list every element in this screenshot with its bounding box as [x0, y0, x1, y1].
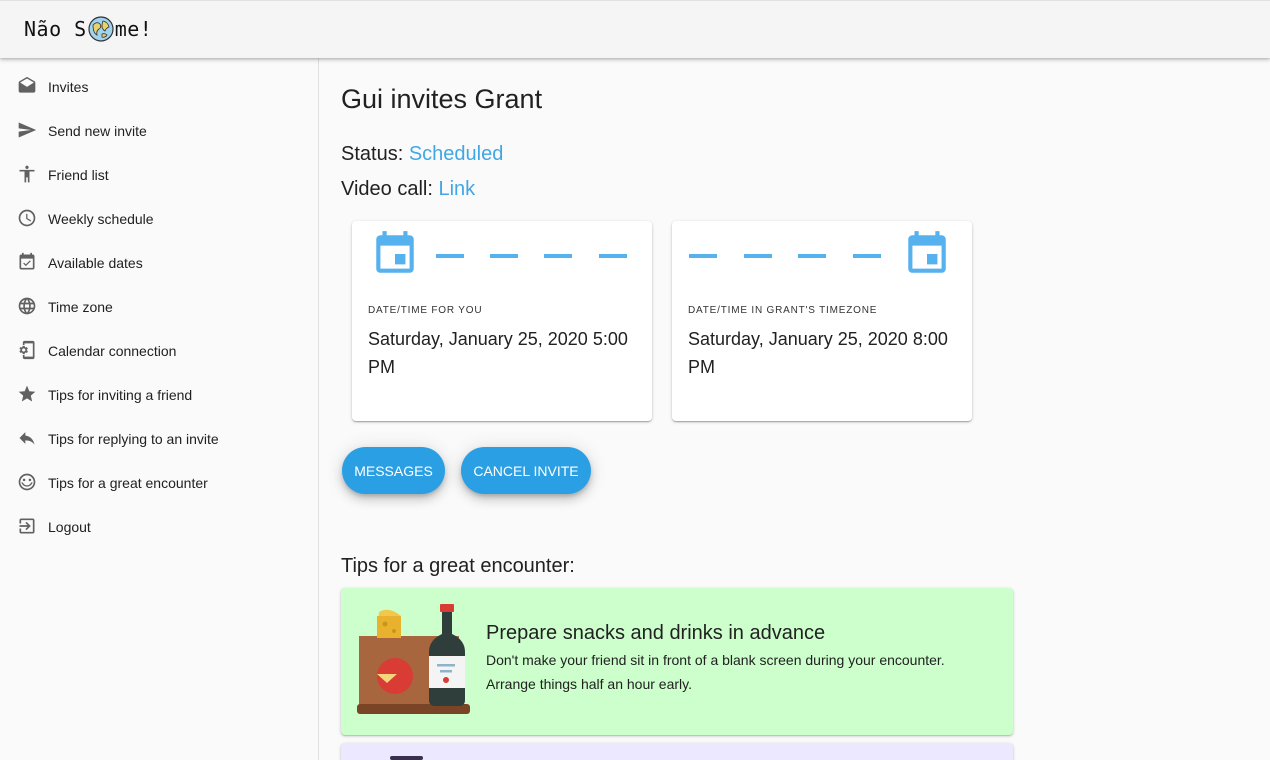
card-caption: DATE/TIME FOR YOU — [368, 305, 483, 316]
tip-card — [341, 743, 1013, 760]
dash-connector — [599, 254, 627, 258]
globe-icon — [17, 296, 37, 316]
app-bar: Não S me! — [0, 0, 1270, 58]
tip-title: Prepare snacks and drinks in advance — [486, 622, 826, 644]
video-call-row: Video call: Link — [341, 178, 475, 201]
dash-connector — [744, 254, 772, 258]
logout-icon — [17, 516, 37, 536]
clock-icon — [17, 208, 37, 228]
phonelink-setup-icon — [17, 340, 37, 360]
dash-connector — [853, 254, 881, 258]
video-call-label: Video call: — [341, 178, 439, 200]
tip-illustration-partial — [390, 756, 423, 760]
send-icon — [17, 120, 37, 140]
sidebar-item-label: Available dates — [48, 255, 143, 271]
tip-body: Don't make your friend sit in front of a… — [486, 652, 945, 692]
sidebar-item-friend-list[interactable]: Friend list — [0, 154, 318, 198]
sidebar-item-label: Tips for inviting a friend — [48, 387, 193, 403]
sidebar-item-label: Weekly schedule — [48, 211, 154, 227]
sidebar-item-label: Calendar connection — [48, 343, 177, 359]
status-row: Status: Scheduled — [341, 143, 503, 166]
smiley-icon — [17, 472, 37, 492]
sidebar-item-tips-inviting[interactable]: Tips for inviting a friend — [0, 374, 318, 418]
datetime-card-friend: DATE/TIME IN GRANT'S TIMEZONE Saturday, … — [672, 221, 972, 421]
sidebar-item-label: Tips for replying to an invite — [48, 431, 219, 447]
sidebar-item-calendar-connection[interactable]: Calendar connection — [0, 330, 318, 374]
sidebar-item-invites[interactable]: Invites — [0, 66, 318, 110]
video-call-link[interactable]: Link — [438, 178, 475, 200]
sidebar-item-label: Time zone — [48, 299, 113, 315]
dash-connector — [436, 254, 464, 258]
main-content: Gui invites Grant Status: Scheduled Vide… — [319, 58, 1270, 760]
status-value: Scheduled — [408, 143, 504, 165]
card-datetime: Saturday, January 25, 2020 8:00 PM — [688, 329, 948, 377]
sidebar: Invites Send new invite Friend list Week… — [0, 58, 319, 760]
tip-card: Prepare snacks and drinks in advance Don… — [341, 588, 1013, 735]
card-datetime: Saturday, January 25, 2020 5:00 PM — [368, 329, 628, 377]
sidebar-item-label: Send new invite — [48, 123, 147, 139]
dash-connector — [490, 254, 518, 258]
sidebar-item-time-zone[interactable]: Time zone — [0, 286, 318, 330]
logo-text-prefix: Não S — [24, 17, 87, 41]
sidebar-item-label: Logout — [48, 519, 91, 535]
sidebar-item-tips-encounter[interactable]: Tips for a great encounter — [0, 462, 318, 506]
envelope-icon — [17, 76, 37, 96]
cancel-invite-button[interactable]: CANCEL INVITE — [461, 447, 591, 494]
app-logo[interactable]: Não S me! — [24, 14, 152, 44]
status-label: Status: — [341, 143, 409, 165]
star-icon — [17, 384, 37, 404]
globe-logo-icon — [88, 16, 114, 42]
calendar-icon — [376, 231, 414, 273]
calendar-check-icon — [17, 252, 37, 272]
datetime-card-local: DATE/TIME FOR YOU Saturday, January 25, … — [352, 221, 652, 421]
dash-connector — [689, 254, 717, 258]
sidebar-item-send-new-invite[interactable]: Send new invite — [0, 110, 318, 154]
snacks-drinks-illustration — [357, 604, 470, 714]
sidebar-item-label: Tips for a great encounter — [48, 475, 208, 491]
reply-icon — [17, 428, 37, 448]
sidebar-item-label: Friend list — [48, 167, 109, 183]
calendar-icon — [908, 231, 946, 273]
sidebar-item-tips-replying[interactable]: Tips for replying to an invite — [0, 418, 318, 462]
card-caption: DATE/TIME IN GRANT'S TIMEZONE — [688, 305, 878, 316]
sidebar-item-label: Invites — [48, 79, 89, 95]
dash-connector — [798, 254, 826, 258]
sidebar-item-available-dates[interactable]: Available dates — [0, 242, 318, 286]
sidebar-item-logout[interactable]: Logout — [0, 506, 318, 550]
page-title: Gui invites Grant — [341, 84, 543, 114]
logo-text-suffix: me! — [114, 17, 153, 41]
dash-connector — [544, 254, 572, 258]
sidebar-item-weekly-schedule[interactable]: Weekly schedule — [0, 198, 318, 242]
messages-button[interactable]: MESSAGES — [342, 447, 445, 494]
accessibility-icon — [17, 164, 37, 184]
tips-heading: Tips for a great encounter: — [341, 555, 575, 577]
